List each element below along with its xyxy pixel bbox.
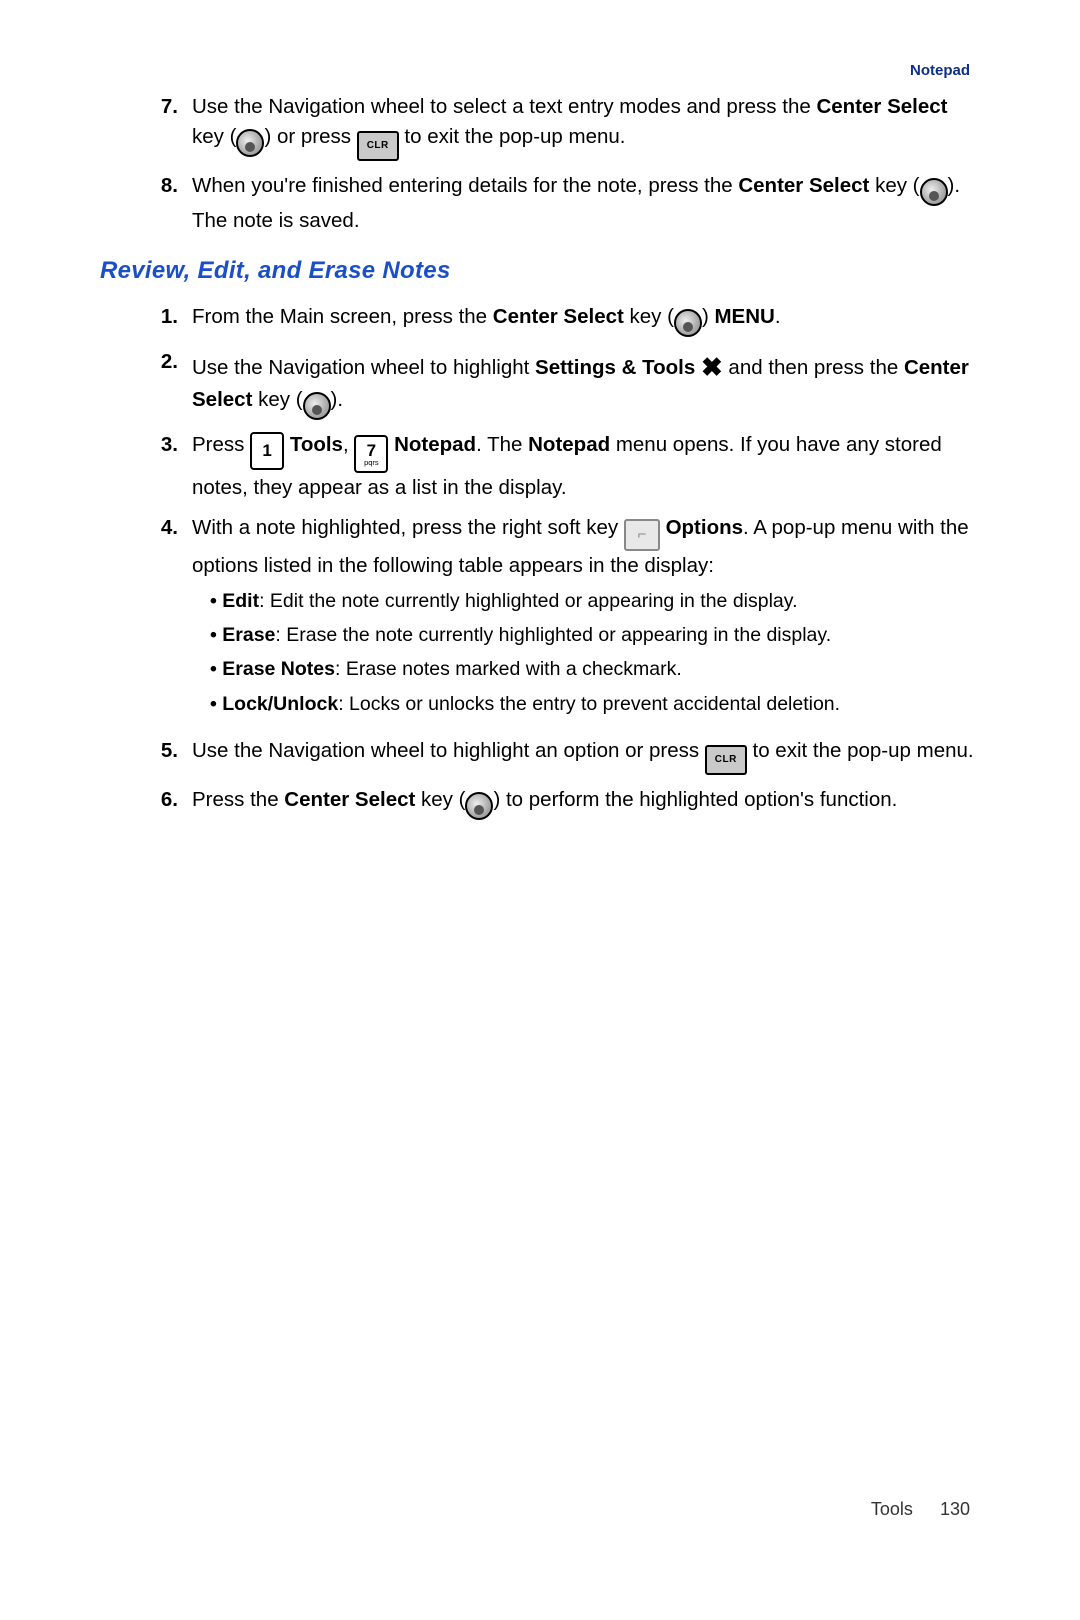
bold-term: Settings & Tools: [535, 356, 695, 379]
step-item: 5.Use the Navigation wheel to highlight …: [100, 736, 980, 775]
option-name: Lock/Unlock: [222, 693, 338, 715]
continued-step-list: 7.Use the Navigation wheel to select a t…: [100, 92, 980, 236]
step-item: 1.From the Main screen, press the Center…: [100, 302, 980, 337]
step-number: 4.: [100, 513, 192, 726]
step-body: With a note highlighted, press the right…: [192, 513, 980, 726]
bold-term: MENU: [714, 305, 774, 328]
digit-key-1-icon: 1: [250, 432, 284, 470]
right-soft-key-icon: ⌐: [624, 519, 660, 551]
bold-term: Tools: [290, 433, 343, 456]
center-select-key-icon: [674, 309, 702, 337]
step-body: Use the Navigation wheel to highlight Se…: [192, 347, 980, 420]
settings-tools-icon: ✖: [701, 352, 723, 382]
step-item: 7.Use the Navigation wheel to select a t…: [100, 92, 980, 161]
bold-term: Center Select: [284, 788, 415, 811]
option-bullet: Erase Notes: Erase notes marked with a c…: [210, 655, 980, 683]
step-item: 2.Use the Navigation wheel to highlight …: [100, 347, 980, 420]
step-number: 2.: [100, 347, 192, 420]
page-footer: Tools 130: [871, 1496, 970, 1522]
option-name: Erase: [222, 624, 275, 646]
bold-term: Center Select: [816, 95, 947, 118]
option-name: Edit: [222, 590, 259, 612]
step-list: 1.From the Main screen, press the Center…: [100, 302, 980, 820]
section-heading: Review, Edit, and Erase Notes: [100, 254, 980, 289]
header-section-tag: Notepad: [910, 60, 970, 82]
digit-key-7-icon: 7pqrs: [354, 435, 388, 473]
step-number: 1.: [100, 302, 192, 337]
option-bullet: Erase: Erase the note currently highligh…: [210, 621, 980, 649]
page-content: 7.Use the Navigation wheel to select a t…: [100, 92, 980, 820]
step-body: Press 1 Tools, 7pqrs Notepad. The Notepa…: [192, 430, 980, 503]
step-number: 7.: [100, 92, 192, 161]
step-item: 3.Press 1 Tools, 7pqrs Notepad. The Note…: [100, 430, 980, 503]
footer-section: Tools: [871, 1499, 913, 1519]
step-item: 6.Press the Center Select key () to perf…: [100, 785, 980, 820]
center-select-key-icon: [920, 178, 948, 206]
manual-page: Notepad 7.Use the Navigation wheel to se…: [0, 0, 1080, 1620]
clr-key-icon: CLR: [357, 131, 399, 161]
step-number: 6.: [100, 785, 192, 820]
step-body: From the Main screen, press the Center S…: [192, 302, 980, 337]
bold-term: Center Select: [493, 305, 624, 328]
step-body: Use the Navigation wheel to select a tex…: [192, 92, 980, 161]
step-item: 8.When you're finished entering details …: [100, 171, 980, 236]
step-item: 4.With a note highlighted, press the rig…: [100, 513, 980, 726]
option-bullet: Edit: Edit the note currently highlighte…: [210, 587, 980, 615]
bold-term: Options: [666, 516, 743, 539]
clr-key-icon: CLR: [705, 745, 747, 775]
center-select-key-icon: [303, 392, 331, 420]
options-bullet-list: Edit: Edit the note currently highlighte…: [210, 587, 980, 718]
step-number: 3.: [100, 430, 192, 503]
bold-term: Center Select: [738, 174, 869, 197]
step-body: Use the Navigation wheel to highlight an…: [192, 736, 980, 775]
step-number: 8.: [100, 171, 192, 236]
step-body: Press the Center Select key () to perfor…: [192, 785, 980, 820]
bold-term: Notepad: [528, 433, 610, 456]
option-bullet: Lock/Unlock: Locks or unlocks the entry …: [210, 690, 980, 718]
bold-term: Notepad: [394, 433, 476, 456]
center-select-key-icon: [236, 129, 264, 157]
step-body: When you're finished entering details fo…: [192, 171, 980, 236]
step-number: 5.: [100, 736, 192, 775]
option-name: Erase Notes: [222, 658, 335, 680]
footer-page-number: 130: [940, 1499, 970, 1519]
center-select-key-icon: [465, 792, 493, 820]
